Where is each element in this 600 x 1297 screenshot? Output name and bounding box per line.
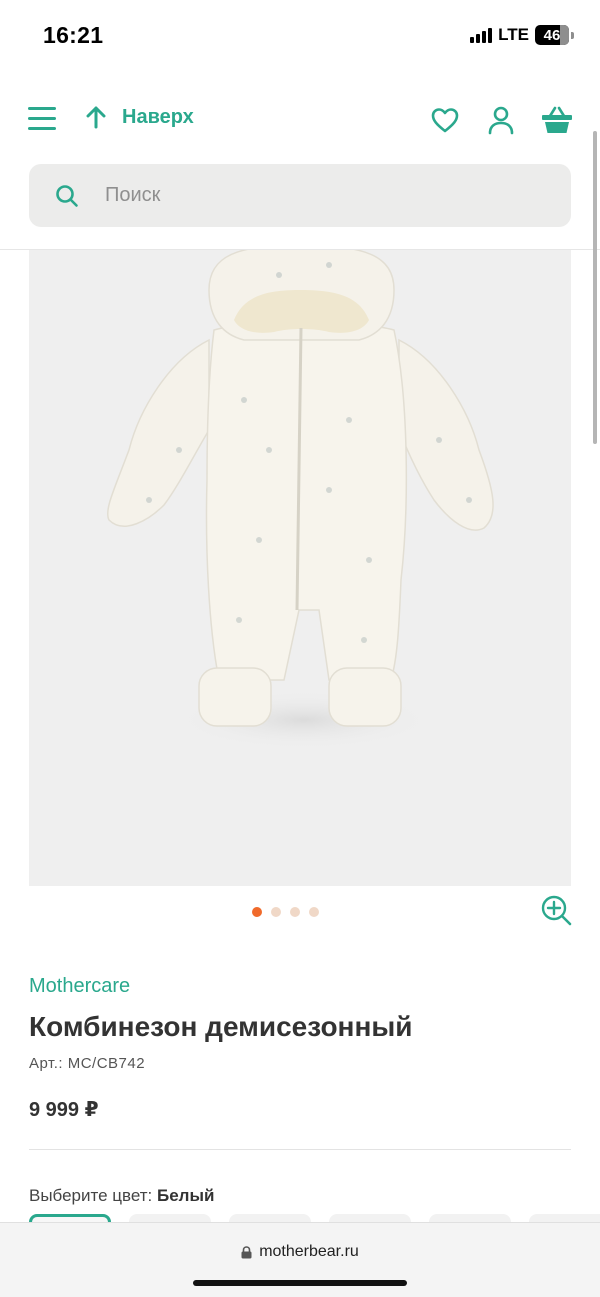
battery-level: 46 bbox=[543, 26, 561, 44]
search-input[interactable] bbox=[105, 184, 525, 207]
color-prompt: Выберите цвет: bbox=[29, 1186, 153, 1205]
lock-icon bbox=[241, 1245, 252, 1258]
battery-icon: 46 bbox=[535, 25, 569, 45]
carousel-dot[interactable] bbox=[309, 907, 319, 917]
carousel-dots bbox=[252, 907, 319, 917]
snowsuit-illustration bbox=[107, 250, 494, 750]
search-bar[interactable] bbox=[29, 164, 571, 227]
carousel-dot[interactable] bbox=[271, 907, 281, 917]
user-icon[interactable] bbox=[486, 105, 516, 135]
product-image[interactable] bbox=[29, 250, 571, 886]
carousel-dot[interactable] bbox=[290, 907, 300, 917]
url-text: motherbear.ru bbox=[259, 1243, 359, 1260]
product-sku: Арт.: MC/CB742 bbox=[29, 1055, 146, 1072]
arrow-up-icon bbox=[86, 106, 106, 129]
scrollbar[interactable] bbox=[593, 131, 597, 444]
scroll-to-top-label: Наверх bbox=[122, 105, 194, 128]
site-header: Наверх bbox=[0, 95, 600, 145]
carousel-dot[interactable] bbox=[252, 907, 262, 917]
scroll-to-top-link[interactable]: Наверх bbox=[86, 105, 194, 129]
zoom-in-icon[interactable] bbox=[540, 894, 572, 926]
search-icon bbox=[56, 184, 78, 207]
status-bar: 16:21 LTE 46 bbox=[0, 0, 600, 72]
network-label: LTE bbox=[498, 25, 529, 44]
status-time: 16:21 bbox=[43, 22, 104, 48]
product-price: 9 999 ₽ bbox=[29, 1099, 99, 1121]
color-selector-label: Выберите цвет: Белый bbox=[29, 1186, 214, 1206]
selected-color: Белый bbox=[157, 1186, 215, 1205]
address-bar[interactable]: motherbear.ru bbox=[0, 1243, 600, 1261]
menu-icon[interactable] bbox=[28, 107, 56, 131]
heart-icon[interactable] bbox=[430, 105, 460, 135]
section-divider bbox=[29, 1149, 571, 1150]
basket-icon[interactable] bbox=[541, 105, 573, 135]
signal-icon bbox=[470, 27, 493, 43]
brand-link[interactable]: Mothercare bbox=[29, 975, 130, 998]
home-indicator[interactable] bbox=[193, 1280, 407, 1286]
status-indicators: LTE 46 bbox=[470, 25, 574, 45]
product-title: Комбинезон демисезонный bbox=[29, 1011, 413, 1042]
browser-bottom-bar: motherbear.ru bbox=[0, 1222, 600, 1297]
